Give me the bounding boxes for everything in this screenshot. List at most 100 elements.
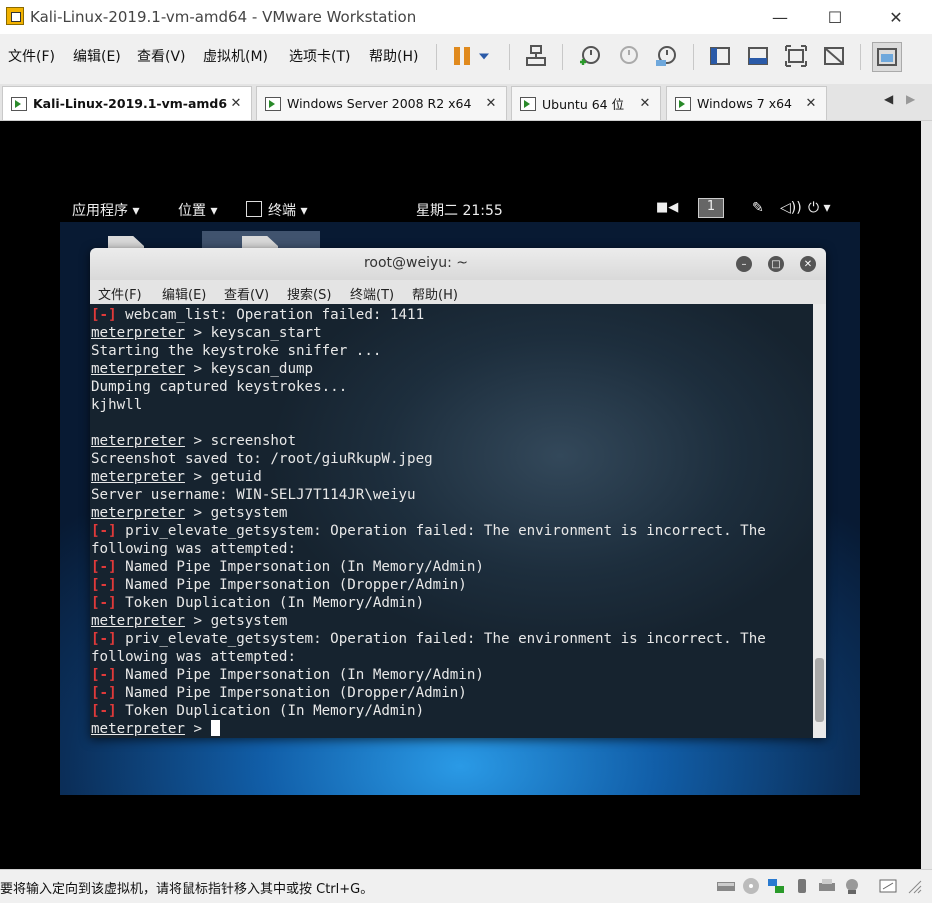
video-camera-icon[interactable]: ■◀ — [656, 200, 678, 215]
text-cursor — [210, 720, 220, 736]
terminal-menu-view[interactable]: 查看(V) — [224, 284, 269, 303]
tab-windows-7[interactable]: Windows 7 x64 ✕ — [666, 86, 827, 120]
terminal-line: kjhwll — [91, 396, 766, 414]
vm-tab-bar: Kali-Linux-2019.1-vm-amd64 ✕ Windows Ser… — [0, 84, 932, 121]
terminal-line-text: > getuid — [184, 469, 262, 485]
terminal-line: meterpreter > keyscan_dump — [91, 360, 766, 378]
error-marker: [-] — [91, 595, 117, 611]
terminal-line: [-] webcam_list: Operation failed: 1411 — [91, 306, 766, 324]
terminal-line-text: Named Pipe Impersonation (In Memory/Admi… — [116, 559, 484, 575]
minimize-icon[interactable]: – — [736, 256, 752, 272]
menu-view[interactable]: 查看(V) — [137, 46, 186, 66]
terminal-line-text: kjhwll — [91, 397, 143, 413]
usb-device-icon[interactable] — [792, 877, 812, 895]
tab-kali-linux[interactable]: Kali-Linux-2019.1-vm-amd64 ✕ — [2, 86, 252, 120]
terminal-menu-terminal[interactable]: 终端(T) — [350, 284, 394, 303]
menu-help[interactable]: 帮助(H) — [369, 46, 418, 66]
terminal-menu-edit[interactable]: 编辑(E) — [162, 284, 206, 303]
menu-toolbar: 文件(F) 编辑(E) 查看(V) 虚拟机(M) 选项卡(T) 帮助(H) — [0, 34, 932, 80]
terminal-menu-search[interactable]: 搜索(S) — [287, 284, 331, 303]
resize-grip-icon[interactable] — [905, 877, 925, 895]
terminal-line: meterpreter > getsystem — [91, 504, 766, 522]
vm-running-icon — [520, 96, 536, 111]
meterpreter-prompt: meterpreter — [91, 325, 185, 341]
terminal-line-text: priv_elevate_getsystem: Operation failed… — [116, 631, 766, 647]
minimize-button[interactable]: — — [756, 0, 804, 34]
terminal-line-text: > — [184, 721, 211, 737]
pause-icon[interactable] — [448, 42, 476, 70]
menu-file[interactable]: 文件(F) — [8, 46, 55, 66]
printer-icon[interactable] — [817, 877, 837, 895]
meterpreter-prompt: meterpreter — [91, 505, 185, 521]
terminal-title: root@weiyu: ~ — [363, 255, 469, 271]
cd-dvd-icon[interactable] — [741, 877, 761, 895]
clock[interactable]: 星期二 21:55 — [416, 200, 503, 220]
menu-tabs[interactable]: 选项卡(T) — [289, 46, 350, 66]
error-marker: [-] — [91, 703, 117, 719]
status-message: 要将输入定向到该虚拟机，请将鼠标指针移入其中或按 Ctrl+G。 — [0, 882, 374, 897]
volume-icon[interactable]: ◁)) — [780, 200, 802, 216]
vm-running-icon — [675, 96, 691, 111]
menu-edit[interactable]: 编辑(E) — [73, 46, 121, 66]
maximize-icon[interactable]: □ — [768, 256, 784, 272]
applications-menu[interactable]: 应用程序 ▾ — [72, 200, 139, 220]
error-marker: [-] — [91, 685, 117, 701]
network-icon[interactable]: ✎ — [752, 200, 764, 216]
tab-close-icon[interactable]: ✕ — [636, 96, 654, 111]
thumbnail-bar-icon[interactable] — [744, 42, 772, 70]
vm-running-icon — [11, 96, 27, 111]
terminal-line: [-] Token Duplication (In Memory/Admin) — [91, 702, 766, 720]
full-screen-icon[interactable] — [782, 42, 810, 70]
error-marker: [-] — [91, 631, 117, 647]
show-library-icon[interactable] — [706, 42, 734, 70]
terminal-line: meterpreter > getsystem — [91, 612, 766, 630]
tab-ubuntu-64[interactable]: Ubuntu 64 位 ✕ — [511, 86, 661, 120]
power-menu[interactable]: ⏻ ▾ — [808, 200, 831, 216]
terminal-menu-help[interactable]: 帮助(H) — [412, 284, 458, 303]
terminal-line: Dumping captured keystrokes... — [91, 378, 766, 396]
send-ctrl-alt-del-icon[interactable] — [522, 42, 550, 70]
workspace-indicator[interactable]: 1 — [698, 198, 724, 218]
tab-close-icon[interactable]: ✕ — [802, 96, 820, 111]
terminal-line: [-] Token Duplication (In Memory/Admin) — [91, 594, 766, 612]
toolbar-separator — [436, 44, 437, 70]
terminal-app-menu[interactable]: 终端 ▾ — [268, 200, 307, 220]
terminal-line: Screenshot saved to: /root/giuRkupW.jpeg — [91, 450, 766, 468]
snapshot-manager-icon[interactable] — [652, 42, 680, 70]
terminal-scrollbar-thumb[interactable] — [815, 658, 824, 722]
menu-vm[interactable]: 虚拟机(M) — [203, 46, 268, 66]
terminal-line-text: priv_elevate_getsystem: Operation failed… — [116, 523, 766, 539]
terminal-output[interactable]: [-] webcam_list: Operation failed: 1411 m… — [90, 304, 813, 738]
vm-scrollbar[interactable] — [921, 121, 932, 869]
message-log-icon[interactable] — [878, 877, 898, 895]
meterpreter-prompt: meterpreter — [91, 433, 185, 449]
network-adapter-icon[interactable] — [766, 877, 786, 895]
maximize-button[interactable]: ☐ — [811, 0, 859, 34]
tab-close-icon[interactable]: ✕ — [227, 96, 245, 111]
places-menu[interactable]: 位置 ▾ — [178, 200, 217, 220]
terminal-menu-file[interactable]: 文件(F) — [98, 284, 142, 303]
snapshot-icon[interactable] — [576, 42, 604, 70]
tab-close-icon[interactable]: ✕ — [482, 96, 500, 111]
terminal-line: following was attempted: — [91, 648, 766, 666]
tab-scroll-left-icon[interactable]: ◀ — [884, 92, 893, 106]
power-dropdown-icon[interactable] — [474, 42, 494, 70]
terminal-line: meterpreter > getuid — [91, 468, 766, 486]
tab-label: Windows Server 2008 R2 x64 — [287, 96, 472, 111]
terminal-line: [-] priv_elevate_getsystem: Operation fa… — [91, 522, 766, 540]
sound-card-icon[interactable] — [842, 877, 862, 895]
window-titlebar: Kali-Linux-2019.1-vm-amd64 - VMware Work… — [0, 0, 932, 34]
terminal-line-text: > screenshot — [184, 433, 297, 449]
hard-disk-icon[interactable] — [716, 877, 736, 895]
terminal-titlebar[interactable]: root@weiyu: ~ – □ ✕ — [90, 248, 826, 280]
close-window-button[interactable]: ✕ — [866, 0, 926, 34]
terminal-line-text: Dumping captured keystrokes... — [91, 379, 348, 395]
tab-scroll-right-icon[interactable]: ▶ — [906, 92, 915, 106]
unity-mode-icon[interactable] — [820, 42, 848, 70]
tab-windows-server-2008[interactable]: Windows Server 2008 R2 x64 ✕ — [256, 86, 507, 120]
terminal-line: meterpreter > — [91, 720, 766, 738]
tab-label: Kali-Linux-2019.1-vm-amd64 — [33, 96, 227, 111]
console-view-icon[interactable] — [872, 42, 902, 72]
close-icon[interactable]: ✕ — [800, 256, 816, 272]
